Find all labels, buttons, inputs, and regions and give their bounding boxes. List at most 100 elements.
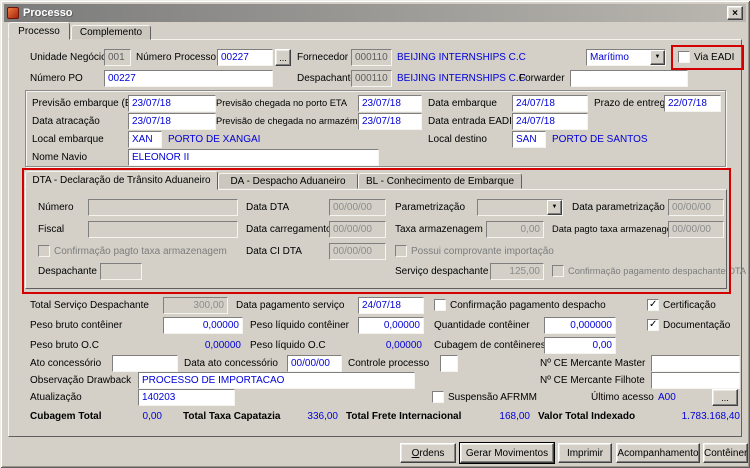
atualizacao-field[interactable]	[138, 389, 235, 406]
total-frete-internacional-value: 168,00	[499, 411, 530, 422]
prazo-entrega-field[interactable]	[664, 95, 721, 112]
fornecedor-label: Fornecedor	[297, 52, 349, 63]
local-destino-name-text: PORTO DE SANTOS	[552, 134, 648, 145]
previsao-chegada-armazem-field[interactable]	[358, 113, 422, 130]
dta-confirmacao-pag-despachante-checkbox: ✓	[552, 265, 564, 277]
dta-data-pagto-taxa-field	[668, 221, 724, 238]
controle-processo-field[interactable]	[440, 355, 458, 372]
data-entrada-eadi-field[interactable]	[512, 113, 588, 130]
ordens-button[interactable]: Ordens	[400, 443, 456, 463]
dta-despachante-field	[100, 263, 142, 280]
dta-possui-comprovante-checkbox: ✓	[395, 245, 407, 257]
dta-despachante-label: Despachante	[38, 266, 97, 277]
dta-confirmacao-pagto-taxa-checkbox: ✓	[38, 245, 50, 257]
checkmark-icon: ✓	[649, 319, 658, 330]
gerar-movimentos-button[interactable]: Gerar Movimentos	[459, 442, 555, 464]
via-eadi-checkbox[interactable]: ✓	[678, 51, 690, 63]
tab-dta[interactable]: DTA - Declaração de Trânsito Aduaneiro	[25, 171, 218, 190]
controle-processo-label: Controle processo	[348, 358, 430, 369]
modal-select[interactable]: Marítimo ▼	[586, 49, 666, 66]
confirmacao-pagamento-despacho-label: Confirmação pagamento despacho	[450, 300, 606, 311]
fornecedor-name-text: BEIJING INTERNSHIPS C.C	[397, 52, 526, 63]
unidade-negocio-field	[104, 49, 131, 66]
cubagem-total-value: 0,00	[142, 411, 162, 422]
forwarder-field[interactable]	[570, 70, 688, 87]
close-button[interactable]: ×	[727, 6, 743, 20]
numero-processo-field[interactable]	[217, 49, 273, 66]
ce-mercante-filhote-field[interactable]	[651, 372, 740, 389]
data-embarque-field[interactable]	[512, 95, 588, 112]
confirmacao-pagamento-despacho-checkbox[interactable]: ✓	[434, 299, 446, 311]
cubagem-total-label: Cubagem Total	[30, 411, 102, 422]
total-frete-internacional-label: Total Frete Internacional	[346, 411, 462, 422]
suspensao-afrmm-label: Suspensão AFRMM	[448, 392, 537, 403]
local-embarque-code-field[interactable]	[128, 131, 162, 148]
dta-parametrizacao-label: Parametrização	[395, 202, 466, 213]
chevron-down-icon[interactable]: ▼	[650, 50, 665, 65]
dta-possui-comprovante-label: Possui comprovante importação	[411, 246, 554, 257]
quantidade-conteiner-label: Quantidade contêiner	[434, 320, 530, 331]
imprimir-button[interactable]: Imprimir	[558, 443, 612, 463]
dta-numero-field	[88, 199, 238, 216]
acompanhamento-button[interactable]: Acompanhamento	[616, 443, 700, 463]
documentacao-label: Documentação	[663, 320, 731, 331]
tab-complemento[interactable]: Complemento	[71, 25, 151, 40]
peso-liquido-conteiner-field[interactable]	[358, 317, 424, 334]
ce-mercante-master-field[interactable]	[651, 355, 740, 372]
peso-bruto-conteiner-field[interactable]	[163, 317, 243, 334]
tab-processo[interactable]: Processo	[8, 22, 70, 40]
despachante-label: Despachante	[297, 73, 356, 84]
dta-data-carregamento-field	[329, 221, 386, 238]
peso-liquido-oc-value: 0,00000	[385, 340, 422, 351]
prazo-entrega-label: Prazo de entrega	[594, 98, 671, 109]
acompanhamento-button-label: Acompanhamento	[617, 447, 699, 459]
dta-data-carregamento-label: Data carregamento	[246, 224, 332, 235]
peso-liquido-oc-label: Peso líquido O.C	[250, 340, 326, 351]
dta-data-dta-label: Data DTA	[246, 202, 290, 213]
dta-taxa-armazenagem-field	[486, 221, 544, 238]
nome-navio-field[interactable]	[128, 149, 379, 166]
data-pagamento-servico-field[interactable]	[358, 297, 424, 314]
ordens-button-label: Ordens	[411, 447, 445, 459]
checkmark-icon: ✓	[649, 299, 658, 310]
conteiner-button[interactable]: Contêiner	[703, 443, 748, 463]
local-destino-code-field[interactable]	[512, 131, 546, 148]
tab-da[interactable]: DA - Despacho Aduaneiro	[218, 173, 358, 189]
total-servico-despachante-field	[163, 297, 228, 314]
data-ato-concessorio-label: Data ato concessório	[184, 358, 278, 369]
data-atracacao-field[interactable]	[128, 113, 216, 130]
data-entrada-eadi-label: Data entrada EADI	[428, 116, 512, 127]
numero-processo-browse-button[interactable]: ...	[275, 49, 291, 66]
dta-data-pagto-taxa-label: Data pagto taxa armazenagem	[552, 224, 680, 234]
dta-data-parametrizacao-field	[668, 199, 724, 216]
total-servico-despachante-label: Total Serviço Despachante	[30, 300, 149, 311]
data-pagamento-servico-label: Data pagamento serviço	[236, 300, 345, 311]
ultimo-acesso-browse-button[interactable]: ...	[712, 389, 738, 406]
observacao-drawback-field[interactable]	[138, 372, 415, 389]
previsao-embarque-etd-field[interactable]	[128, 95, 216, 112]
dta-confirmacao-pag-despachante-label: Confirmação pagamento despachante DTA	[568, 266, 747, 276]
ultimo-acesso-label: Último acesso	[591, 392, 654, 403]
tab-bl[interactable]: BL - Conhecimento de Embarque	[358, 173, 522, 189]
data-ato-concessorio-field[interactable]	[287, 355, 342, 372]
dta-servico-despachante-field	[490, 263, 544, 280]
quantidade-conteiner-field[interactable]	[544, 317, 616, 334]
suspensao-afrmm-checkbox[interactable]: ✓	[432, 391, 444, 403]
ato-concessorio-field[interactable]	[112, 355, 178, 372]
valor-total-indexado-label: Valor Total Indexado	[538, 411, 636, 422]
unidade-negocio-label: Unidade Negócio	[30, 52, 107, 63]
documentacao-checkbox[interactable]: ✓	[647, 319, 659, 331]
dta-servico-despachante-label: Serviço despachante	[395, 266, 489, 277]
cubagem-conteineres-field[interactable]	[544, 337, 616, 354]
gerar-movimentos-button-label: Gerar Movimentos	[465, 447, 549, 459]
fornecedor-code-field	[351, 49, 392, 66]
previsao-chegada-porto-eta-field[interactable]	[358, 95, 422, 112]
despachante-code-field	[351, 70, 392, 87]
numero-po-label: Número PO	[30, 73, 83, 84]
observacao-drawback-label: Observação Drawback	[30, 375, 132, 386]
ultimo-acesso-value: A00	[658, 392, 676, 403]
valor-total-indexado-value: 1.783.168,40	[681, 411, 740, 422]
despachante-name-text: BEIJING INTERNSHIPS C.C	[397, 73, 526, 84]
numero-po-field[interactable]	[104, 70, 273, 87]
certificacao-checkbox[interactable]: ✓	[647, 299, 659, 311]
